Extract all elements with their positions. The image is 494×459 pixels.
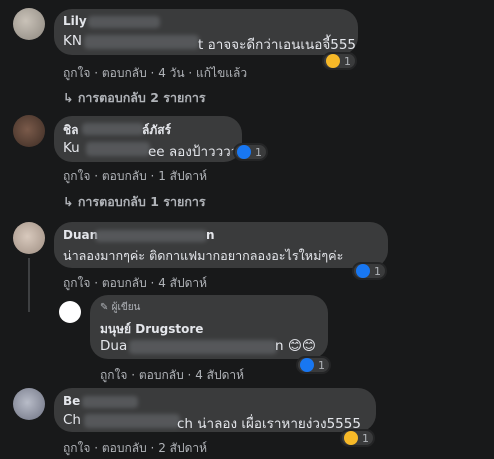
- reaction-summary[interactable]: 1: [296, 356, 331, 374]
- commenter-name[interactable]: Lily: [63, 14, 87, 28]
- redacted-text: [84, 414, 180, 428]
- redacted-name: [95, 230, 207, 242]
- comment-text: น่าลองมากๆค่ะ ติดกาแฟมากอยากลองอะไรใหม่ๆ…: [63, 248, 344, 263]
- avatar[interactable]: [13, 8, 45, 40]
- redacted-text: [86, 142, 150, 156]
- reaction-summary[interactable]: 1: [233, 143, 268, 161]
- commenter-name[interactable]: n: [206, 228, 215, 242]
- haha-reaction-icon: [344, 431, 358, 445]
- reaction-summary[interactable]: 1: [352, 262, 387, 280]
- avatar[interactable]: [13, 388, 45, 420]
- reaction-count: 1: [318, 358, 325, 372]
- comment-text: Ch: [63, 412, 81, 428]
- reaction-summary[interactable]: 1: [340, 429, 375, 447]
- reaction-count: 1: [362, 431, 369, 445]
- redacted-text: [129, 340, 277, 354]
- reply-arrow-icon: ↳: [63, 194, 74, 209]
- reaction-count: 1: [255, 145, 262, 159]
- pencil-icon: ✎: [100, 302, 109, 313]
- redacted-name: [88, 16, 160, 28]
- view-replies-link[interactable]: ↳ การตอบกลับ 2 รายการ: [63, 88, 206, 108]
- redacted-name: [82, 396, 138, 408]
- comment-text: ee ลองป้าววววว: [148, 144, 246, 160]
- avatar[interactable]: [13, 222, 45, 254]
- like-reaction-icon: [356, 264, 370, 278]
- reply-link[interactable]: ตอบกลับ: [102, 169, 147, 183]
- reaction-count: 1: [344, 54, 351, 68]
- reply-link[interactable]: ตอบกลับ: [102, 66, 147, 80]
- view-replies-link[interactable]: ↳ การตอบกลับ 1 รายการ: [63, 192, 206, 212]
- like-link[interactable]: ถูกใจ: [63, 276, 90, 290]
- thread-line: [28, 258, 30, 312]
- comment-text: KN: [63, 33, 82, 49]
- commenter-name[interactable]: มนุษย์ Drugstore: [100, 320, 203, 339]
- timestamp[interactable]: 4 สัปดาห์: [195, 368, 244, 382]
- reply-link[interactable]: ตอบกลับ: [139, 368, 184, 382]
- commenter-name[interactable]: Duan: [63, 228, 98, 242]
- like-link[interactable]: ถูกใจ: [63, 66, 90, 80]
- like-link[interactable]: ถูกใจ: [63, 169, 90, 183]
- commenter-name[interactable]: ชิล: [63, 121, 79, 140]
- timestamp[interactable]: 1 สัปดาห์: [158, 169, 207, 183]
- timestamp[interactable]: 2 สัปดาห์: [158, 441, 207, 455]
- reaction-summary[interactable]: 1: [322, 52, 357, 70]
- comment-actions: ถูกใจ · ตอบกลับ · 2 สัปดาห์: [63, 441, 208, 455]
- redacted-text: [84, 35, 199, 49]
- comment-text: Dua: [100, 338, 128, 354]
- like-link[interactable]: ถูกใจ: [100, 368, 127, 382]
- comment-actions: ถูกใจ · ตอบกลับ · 1 สัปดาห์: [63, 169, 208, 183]
- reply-link[interactable]: ตอบกลับ: [102, 276, 147, 290]
- like-reaction-icon: [300, 358, 314, 372]
- timestamp[interactable]: 4 วัน: [158, 66, 184, 80]
- reply-arrow-icon: ↳: [63, 90, 74, 105]
- comment-text: ch น่าลอง เผื่อเราหายง่วง5555: [177, 416, 361, 432]
- reaction-count: 1: [374, 264, 381, 278]
- timestamp[interactable]: 4 สัปดาห์: [158, 276, 207, 290]
- avatar[interactable]: [13, 115, 45, 147]
- comment-actions: ถูกใจ · ตอบกลับ · 4 วัน · แก้ไขแล้ว: [63, 66, 248, 80]
- like-reaction-icon: [237, 145, 251, 159]
- like-link[interactable]: ถูกใจ: [63, 441, 90, 455]
- redacted-name: [82, 123, 144, 135]
- wow-reaction-icon: [326, 54, 340, 68]
- reply-link[interactable]: ตอบกลับ: [102, 441, 147, 455]
- author-badge: ✎ ผู้เขียน: [100, 302, 141, 313]
- commenter-name[interactable]: ล์ภัสร์: [142, 121, 171, 140]
- commenter-name[interactable]: Be: [63, 394, 80, 408]
- comment-text: n 😊😊: [275, 338, 316, 354]
- author-avatar[interactable]: [59, 301, 81, 323]
- edited-label[interactable]: แก้ไขแล้ว: [196, 66, 247, 80]
- comment-text: Ku: [63, 140, 80, 156]
- comment-actions: ถูกใจ · ตอบกลับ · 4 สัปดาห์: [100, 368, 245, 382]
- comment-actions: ถูกใจ · ตอบกลับ · 4 สัปดาห์: [63, 276, 208, 290]
